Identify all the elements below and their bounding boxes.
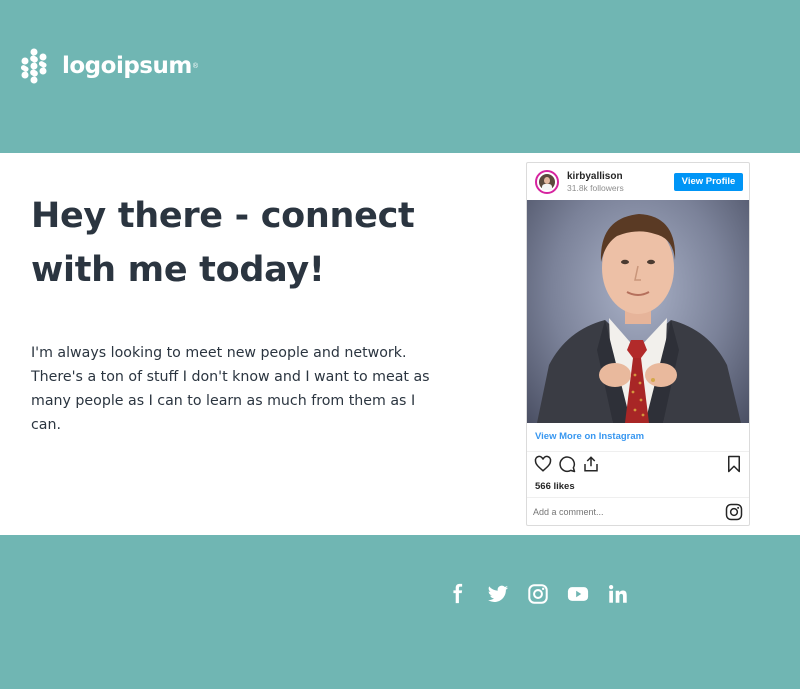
page-headline: Hey there - connect with me today! — [31, 189, 451, 297]
bookmark-icon[interactable] — [725, 455, 743, 473]
add-comment-input[interactable] — [533, 503, 713, 521]
site-header: logoipsum ® — [0, 0, 800, 153]
twitter-link[interactable] — [487, 583, 509, 605]
instagram-post-photo[interactable] — [527, 200, 749, 423]
linkedin-link[interactable] — [607, 583, 629, 605]
instagram-glyph-icon[interactable] — [725, 503, 743, 521]
logo-registered-mark: ® — [192, 62, 198, 70]
share-icon[interactable] — [582, 455, 600, 473]
headline-line-1: Hey there - connect — [31, 196, 415, 236]
youtube-icon — [567, 587, 589, 601]
comment-icon[interactable] — [558, 455, 576, 473]
avatar-face — [544, 177, 550, 184]
view-profile-button[interactable]: View Profile — [674, 173, 743, 191]
instagram-link[interactable] — [527, 583, 549, 605]
heart-icon[interactable] — [534, 455, 552, 473]
site-footer — [0, 535, 800, 689]
portrait-illustration — [537, 214, 741, 423]
divider — [527, 451, 749, 452]
instagram-followers: 31.8k followers — [567, 183, 624, 193]
view-more-on-instagram-link[interactable]: View More on Instagram — [535, 431, 644, 442]
avatar-image — [539, 174, 555, 190]
avatar[interactable] — [535, 170, 559, 194]
logo-text: logoipsum — [62, 53, 192, 79]
facebook-link[interactable] — [447, 583, 469, 605]
facebook-icon — [453, 583, 463, 604]
linkedin-icon — [609, 585, 627, 603]
logo[interactable]: logoipsum ® — [16, 48, 198, 84]
instagram-icon — [528, 584, 548, 604]
instagram-card-header: kirbyallison 31.8k followers View Profil… — [527, 163, 749, 200]
youtube-link[interactable] — [567, 583, 589, 605]
headline-line-2: with me today! — [31, 250, 325, 290]
avatar-shirt — [542, 184, 552, 190]
like-count: 566 likes — [535, 481, 575, 492]
instagram-username[interactable]: kirbyallison — [567, 171, 623, 182]
divider — [527, 497, 749, 498]
instagram-action-bar — [527, 455, 749, 477]
instagram-embed-card: kirbyallison 31.8k followers View Profil… — [526, 162, 750, 526]
intro-paragraph: I'm always looking to meet new people an… — [31, 345, 430, 433]
twitter-icon — [487, 585, 509, 602]
logo-mark-icon — [20, 48, 47, 84]
